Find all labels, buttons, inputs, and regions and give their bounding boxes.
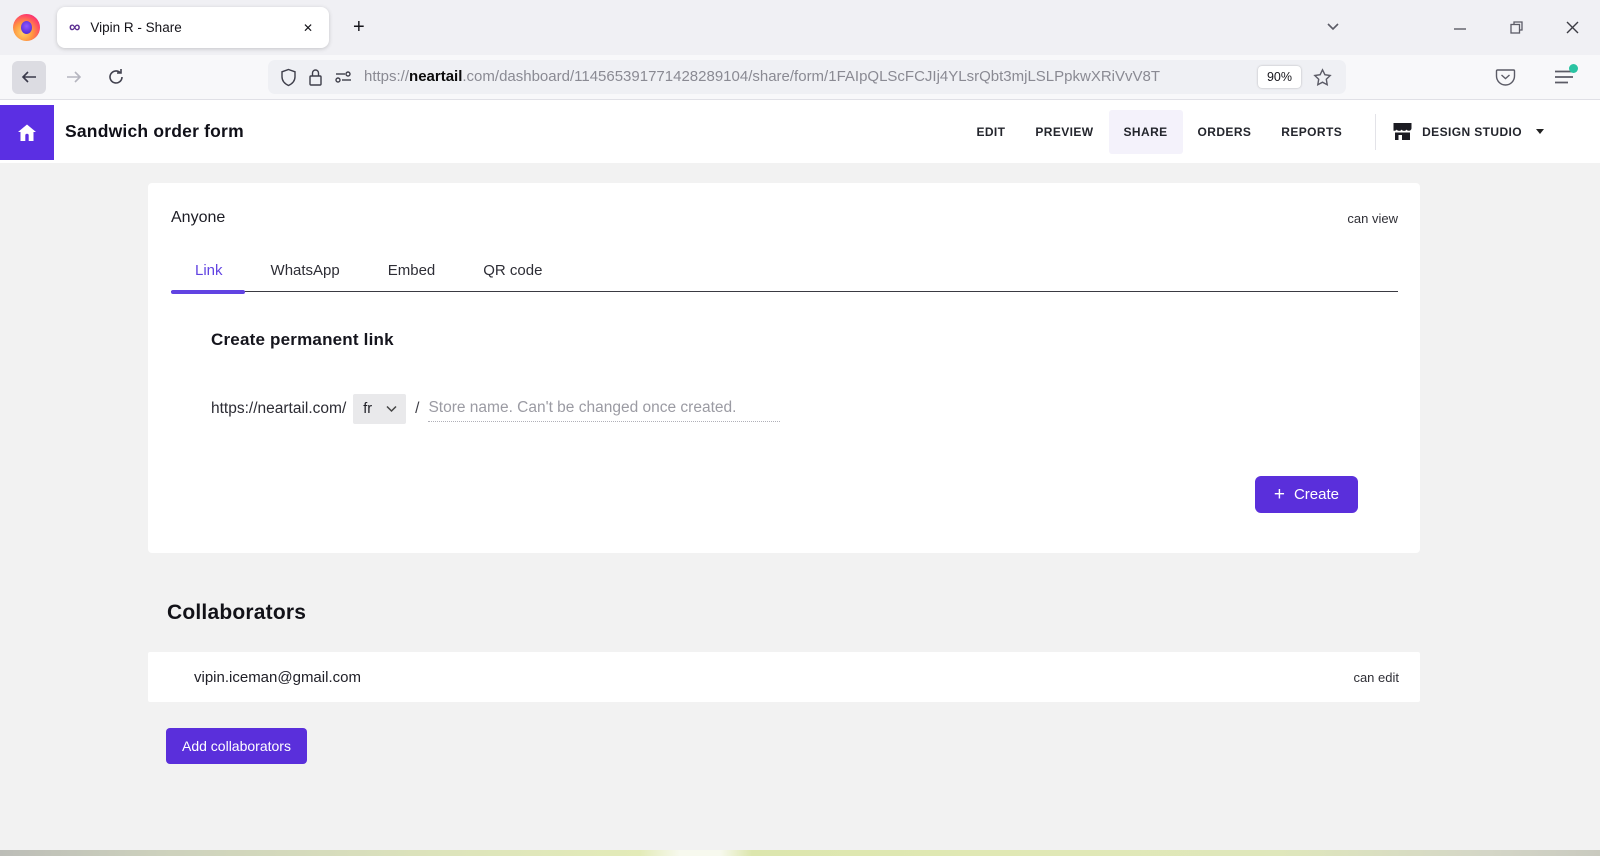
- tracking-protection-shield-icon[interactable]: [280, 68, 297, 87]
- nav-edit[interactable]: EDIT: [961, 110, 1020, 154]
- tab-embed[interactable]: Embed: [364, 250, 460, 291]
- firefox-logo-icon[interactable]: [13, 14, 40, 41]
- restore-button[interactable]: [1488, 0, 1544, 55]
- home-button[interactable]: [0, 105, 54, 160]
- chevron-down-icon: [1536, 129, 1544, 134]
- desktop-edge-strip: [0, 850, 1600, 856]
- notification-dot: [1569, 64, 1578, 73]
- lock-icon[interactable]: [308, 68, 323, 87]
- home-icon: [15, 121, 39, 145]
- link-builder-row: https://neartail.com/ fr /: [211, 394, 1358, 424]
- collaborator-row: vipin.iceman@gmail.com can edit: [148, 652, 1420, 702]
- nav-orders[interactable]: ORDERS: [1183, 110, 1267, 154]
- pocket-icon[interactable]: [1495, 67, 1516, 87]
- address-bar[interactable]: https://neartail.com/dashboard/114565391…: [268, 60, 1346, 94]
- path-separator: /: [415, 400, 420, 417]
- collaborator-permission[interactable]: can edit: [1353, 670, 1399, 685]
- browser-tab-bar: ∞ Vipin R - Share ✕ +: [0, 0, 1600, 55]
- base-url-text: https://neartail.com/: [211, 400, 347, 417]
- add-collaborators-button[interactable]: Add collaborators: [166, 728, 307, 764]
- reload-button[interactable]: [104, 68, 128, 86]
- plus-icon: +: [1273, 483, 1285, 505]
- permissions-icon[interactable]: [334, 69, 353, 85]
- nav-divider: [1375, 113, 1377, 150]
- app-menu-hamburger-icon[interactable]: [1554, 64, 1578, 85]
- new-tab-button[interactable]: +: [345, 12, 373, 43]
- window-controls: [1432, 0, 1600, 55]
- nav-share[interactable]: SHARE: [1108, 109, 1183, 154]
- add-collaborators-label: Add collaborators: [182, 738, 291, 754]
- design-studio-menu[interactable]: DESIGN STUDIO: [1392, 122, 1544, 141]
- audience-label: Anyone: [171, 209, 226, 226]
- url-path: .com/dashboard/114565391771428289104/sha…: [462, 68, 1161, 85]
- tab-qr-code[interactable]: QR code: [459, 250, 566, 291]
- share-tabs: Link WhatsApp Embed QR code: [171, 250, 1398, 294]
- tab-link[interactable]: Link: [171, 250, 247, 291]
- storefront-icon: [1392, 122, 1413, 141]
- page-title: Sandwich order form: [65, 121, 244, 141]
- tab-whatsapp[interactable]: WhatsApp: [247, 250, 364, 291]
- create-button[interactable]: + Create: [1254, 476, 1358, 513]
- list-all-tabs-chevron-icon[interactable]: [1324, 17, 1342, 35]
- create-link-section: Create permanent link https://neartail.c…: [211, 330, 1358, 513]
- url-protocol: https://: [364, 68, 410, 85]
- url-domain: neartail: [409, 68, 463, 85]
- select-chevron-icon: [386, 405, 397, 413]
- nav-preview[interactable]: PREVIEW: [1020, 110, 1108, 154]
- top-navigation: EDIT PREVIEW SHARE ORDERS REPORTS DESIGN…: [961, 109, 1544, 154]
- create-button-label: Create: [1293, 486, 1339, 503]
- app-header: Sandwich order form EDIT PREVIEW SHARE O…: [0, 100, 1600, 163]
- tab-title: Vipin R - Share: [90, 20, 182, 35]
- active-tab-indicator: [171, 290, 245, 294]
- bookmark-star-icon[interactable]: [1307, 67, 1338, 87]
- store-name-input[interactable]: [428, 396, 781, 422]
- locale-selected-value: fr: [363, 401, 373, 417]
- zoom-level-badge[interactable]: 90%: [1257, 66, 1301, 88]
- browser-toolbar: https://neartail.com/dashboard/114565391…: [0, 55, 1600, 100]
- close-window-button[interactable]: [1544, 0, 1600, 55]
- back-button[interactable]: [12, 60, 46, 94]
- share-card: Anyone can view Link WhatsApp Embed QR c…: [148, 183, 1420, 553]
- main-content: Anyone can view Link WhatsApp Embed QR c…: [0, 163, 1600, 764]
- collaborator-email: vipin.iceman@gmail.com: [194, 668, 361, 686]
- url-text[interactable]: https://neartail.com/dashboard/114565391…: [364, 67, 1250, 87]
- nav-reports[interactable]: REPORTS: [1266, 110, 1357, 154]
- audience-permission[interactable]: can view: [1347, 211, 1398, 226]
- minimize-button[interactable]: [1432, 0, 1488, 55]
- browser-tab[interactable]: ∞ Vipin R - Share ✕: [57, 7, 329, 48]
- create-link-title: Create permanent link: [211, 330, 394, 349]
- design-studio-label: DESIGN STUDIO: [1422, 124, 1522, 139]
- forward-button[interactable]: [62, 69, 86, 85]
- collaborators-title: Collaborators: [167, 601, 307, 624]
- site-favicon-infinity-icon: ∞: [69, 18, 81, 36]
- tab-close-icon[interactable]: ✕: [299, 17, 317, 39]
- locale-select[interactable]: fr: [353, 394, 407, 424]
